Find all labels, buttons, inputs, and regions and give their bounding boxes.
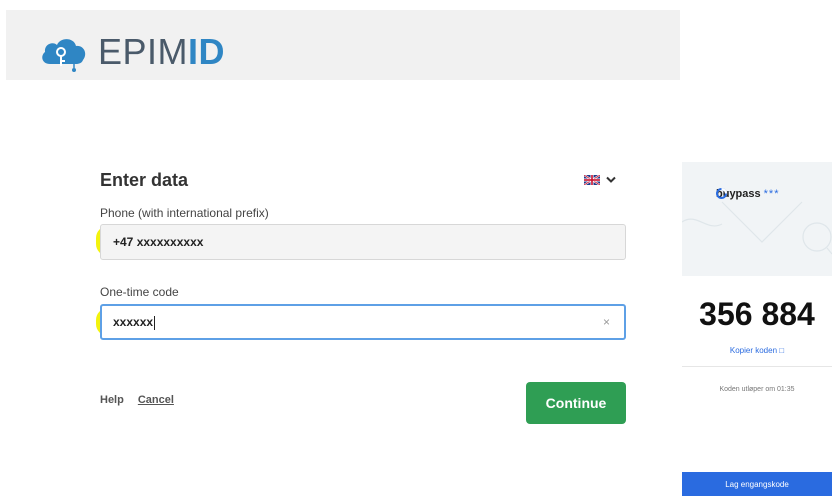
login-form: Enter data Phone (with international pre…	[96, 168, 626, 340]
buypass-header: buypass ***	[682, 162, 832, 276]
new-code-button[interactable]: Lag engangskode	[682, 472, 832, 496]
phone-value: +47 xxxxxxxxxx	[113, 235, 204, 249]
one-time-code: 356 884	[699, 296, 815, 332]
copy-icon: □	[779, 346, 785, 355]
header-bar: EPIMID	[6, 10, 680, 80]
text-caret	[154, 315, 156, 330]
otp-input[interactable]: xxxxxx ×	[100, 304, 626, 340]
cancel-link[interactable]: Cancel	[138, 394, 174, 406]
expiry-text: Koden utløper om 01:35	[719, 386, 795, 393]
buypass-app-panel: buypass *** 356 884 Kopier koden □ Koden…	[682, 162, 832, 496]
copy-code-link[interactable]: Kopier koden □	[682, 346, 832, 355]
footer-links: Help Cancel	[100, 394, 174, 406]
help-link[interactable]: Help	[100, 394, 124, 406]
cloud-key-icon	[42, 39, 86, 72]
chevron-down-icon	[606, 176, 616, 183]
divider	[682, 366, 832, 367]
uk-flag-icon	[584, 175, 600, 185]
clear-icon[interactable]: ×	[603, 306, 610, 338]
phone-label: Phone (with international prefix)	[100, 206, 269, 220]
logo-text: EPIMID	[98, 31, 226, 72]
form-title: Enter data	[100, 170, 189, 190]
language-selector[interactable]	[584, 175, 616, 185]
buypass-stars: ***	[763, 188, 780, 200]
background-pattern-icon	[682, 201, 832, 255]
buypass-swirl-icon	[716, 188, 727, 199]
otp-value: xxxxxx	[113, 315, 154, 329]
phone-input[interactable]: +47 xxxxxxxxxx	[100, 224, 626, 260]
continue-button[interactable]: Continue	[526, 382, 626, 424]
otp-label: One-time code	[100, 285, 179, 299]
epimid-logo: EPIMID	[38, 32, 225, 72]
buypass-logo: buypass ***	[716, 188, 779, 200]
